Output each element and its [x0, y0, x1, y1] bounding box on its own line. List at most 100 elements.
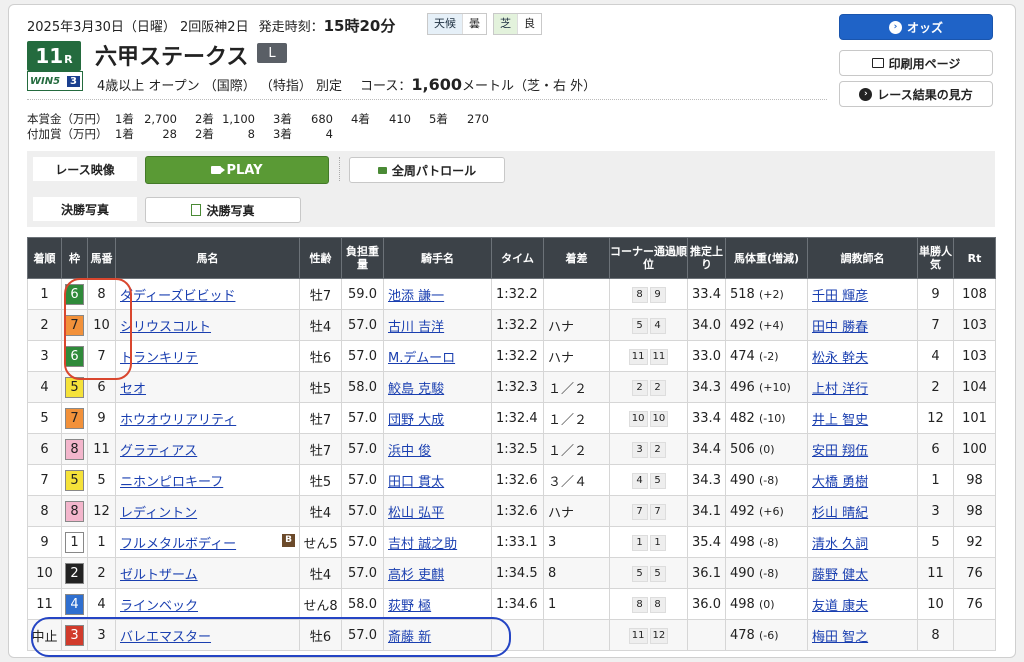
jockey-cell: 松山 弘平 [383, 495, 492, 527]
odds-button[interactable]: › オッズ [839, 14, 993, 40]
trainer-cell: 清水 久詞 [807, 526, 918, 558]
divider [27, 99, 827, 100]
jockey-link[interactable]: 古川 吉洋 [388, 320, 444, 335]
horse-link[interactable]: ゼルトザーム [120, 568, 198, 583]
prize-place: 3着 [273, 112, 292, 126]
trainer-link[interactable]: 千田 輝彦 [812, 289, 868, 304]
patrol-label: 全周パトロール [391, 163, 477, 178]
header-row: 着順 枠 馬番 馬名 性齢 負担重量 騎手名 タイム 着差 コーナー通過順位 推… [27, 237, 996, 279]
trainer-cell: 千田 輝彦 [807, 278, 918, 310]
jockey-link[interactable]: M.デムーロ [388, 351, 455, 366]
finish-time: 1:32.2 [491, 278, 544, 310]
body-weight-cell: 474 (-2) [725, 340, 808, 372]
body-weight: 498 [730, 596, 755, 612]
jockey-link[interactable]: 吉村 誠之助 [388, 537, 457, 552]
race-date: 2025年3月30日（日曜） 2回阪神2日 [27, 20, 249, 35]
trainer-link[interactable]: 藤野 健太 [812, 568, 868, 583]
body-weight: 496 [730, 379, 755, 395]
weight-diff: (-10) [758, 411, 786, 425]
trainer-cell: 田中 勝春 [807, 309, 918, 341]
trainer-link[interactable]: 清水 久詞 [812, 537, 868, 552]
trainer-link[interactable]: 田中 勝春 [812, 320, 868, 335]
patrol-button[interactable]: 全周パトロール [349, 157, 505, 183]
horse-cell: トランキリテ [115, 340, 300, 372]
corner-cell: 77 [609, 495, 688, 527]
win5-badge: WIN5 3 [27, 71, 83, 91]
col-header: 枠 [61, 237, 88, 279]
trainer-link[interactable]: 梅田 智之 [812, 630, 868, 645]
jockey-cell: 荻野 極 [383, 588, 492, 620]
margin [543, 619, 610, 651]
jockey-link[interactable]: 浜中 俊 [388, 444, 431, 459]
race-suffix: R [64, 52, 73, 66]
weather-value: 曇 [462, 14, 486, 34]
horse-link[interactable]: ニホンピロキーフ [120, 475, 223, 490]
blinker-icon: B [282, 533, 295, 547]
jockey-cell: 古川 吉洋 [383, 309, 492, 341]
popularity: 10 [917, 588, 954, 620]
carried-weight: 57.0 [341, 464, 384, 496]
finish-time: 1:32.6 [491, 464, 544, 496]
chevron-right-icon: › [888, 20, 902, 34]
weight-diff: (-8) [758, 566, 779, 580]
weight-diff: (-6) [758, 628, 779, 642]
trainer-link[interactable]: 松永 幹夫 [812, 351, 868, 366]
last-3f: 33.0 [687, 340, 726, 372]
horse-link[interactable]: レディントン [120, 506, 197, 521]
corner-pos: 5 [631, 565, 648, 582]
body-weight: 490 [730, 565, 755, 581]
corner-cell: 89 [609, 278, 688, 310]
horse-link[interactable]: シリウスコルト [120, 320, 211, 335]
jockey-link[interactable]: 田口 貫太 [388, 475, 444, 490]
table-row: 8 8 12 レディントン 牡4 57.0 松山 弘平 1:32.6 ハナ 7 7 34.1 492 (… [27, 495, 996, 527]
carried-weight: 57.0 [341, 433, 384, 465]
horse-cell: シリウスコルト [115, 309, 300, 341]
trainer-link[interactable]: 安田 翔伍 [812, 444, 868, 459]
jockey-link[interactable]: 鮫島 克駿 [388, 382, 444, 397]
jockey-link[interactable]: 松山 弘平 [388, 506, 444, 521]
prize-place: 3着 [273, 127, 292, 141]
horse-number: 5 [87, 464, 116, 496]
col-header: 推定上り [687, 237, 726, 279]
jockey-link[interactable]: 団野 大成 [388, 413, 444, 428]
carried-weight: 57.0 [341, 526, 384, 558]
horse-link[interactable]: ラインベック [120, 599, 198, 614]
popularity: 8 [917, 619, 954, 651]
horse-link[interactable]: ダディーズビビッド [120, 289, 235, 304]
horse-link[interactable]: セオ [120, 382, 146, 397]
rank: 5 [27, 402, 62, 434]
jockey-link[interactable]: 池添 謙一 [388, 289, 444, 304]
horse-link[interactable]: グラティアス [120, 444, 197, 459]
trainer-link[interactable]: 井上 智史 [812, 413, 868, 428]
print-button[interactable]: 印刷用ページ [839, 50, 993, 76]
finish-photo-button[interactable]: 決勝写真 [145, 197, 301, 223]
last-3f: 34.3 [687, 371, 726, 403]
rank: 3 [27, 340, 62, 372]
rank: 4 [27, 371, 62, 403]
popularity: 2 [917, 371, 954, 403]
col-header: 馬番 [87, 237, 116, 279]
horse-cell: ホウオウリアリティ [115, 402, 300, 434]
waku-badge: 5 [65, 469, 84, 491]
trainer-link[interactable]: 友道 康夫 [812, 599, 868, 614]
waku-badge: 7 [65, 407, 84, 429]
jockey-cell: 吉村 誠之助 [383, 526, 492, 558]
result-guide-button[interactable]: › レース結果の見方 [839, 81, 993, 107]
trainer-link[interactable]: 上村 洋行 [812, 382, 868, 397]
carried-weight: 59.0 [341, 278, 384, 310]
horse-link[interactable]: ホウオウリアリティ [120, 413, 236, 428]
rank: 9 [27, 526, 62, 558]
weight-diff: (0) [758, 442, 775, 456]
weight-diff: (-8) [758, 535, 779, 549]
finish-time: 1:32.2 [491, 309, 544, 341]
trainer-link[interactable]: 大橋 勇樹 [812, 475, 868, 490]
horse-link[interactable]: フルメタルボディー [120, 537, 236, 552]
jockey-link[interactable]: 高杉 吏麒 [388, 568, 444, 583]
play-button[interactable]: PLAY [145, 156, 329, 184]
body-weight: 518 [730, 286, 755, 302]
trainer-link[interactable]: 杉山 晴紀 [812, 506, 868, 521]
jockey-link[interactable]: 荻野 極 [388, 599, 431, 614]
start-time: 15時20分 [323, 17, 396, 35]
prize-amount: 270 [467, 112, 489, 126]
waku-cell: 1 [61, 526, 88, 558]
